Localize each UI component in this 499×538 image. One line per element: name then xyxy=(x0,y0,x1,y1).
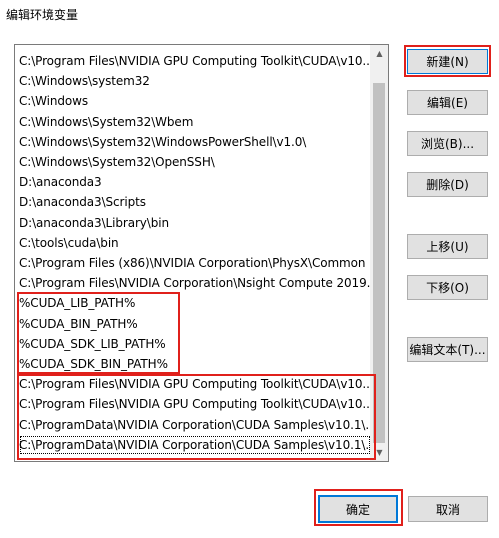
path-list-item[interactable]: D:\anaconda3\Scripts xyxy=(19,192,371,212)
vertical-scrollbar[interactable]: ▲ ▼ xyxy=(370,45,388,461)
cancel-button[interactable]: 取消 xyxy=(408,496,488,522)
path-list-item[interactable]: C:\Windows xyxy=(19,91,371,111)
edit-text-button[interactable]: 编辑文本(T)... xyxy=(407,337,488,362)
path-list-item[interactable]: C:\Program Files\NVIDIA Corporation\Nsig… xyxy=(19,273,371,293)
path-list[interactable]: C:\Program Files\NVIDIA GPU Computing To… xyxy=(14,44,389,462)
new-button[interactable]: 新建(N) xyxy=(407,49,488,74)
ok-button[interactable]: 确定 xyxy=(318,495,398,523)
move-down-button[interactable]: 下移(O) xyxy=(407,275,488,300)
edit-button[interactable]: 编辑(E) xyxy=(407,90,488,115)
scroll-down-arrow-icon[interactable]: ▼ xyxy=(371,444,388,461)
title-bar: 编辑环境变量 xyxy=(0,0,499,30)
path-list-item[interactable]: C:\Windows\System32\OpenSSH\ xyxy=(19,152,371,172)
path-list-item[interactable]: %CUDA_LIB_PATH% xyxy=(19,293,371,313)
scrollbar-thumb[interactable] xyxy=(373,83,385,443)
path-list-item[interactable]: C:\Windows\system32 xyxy=(19,71,371,91)
move-up-button[interactable]: 上移(U) xyxy=(407,234,488,259)
window-title: 编辑环境变量 xyxy=(6,8,79,22)
path-list-item[interactable]: C:\ProgramData\NVIDIA Corporation\CUDA S… xyxy=(19,435,371,455)
path-list-item[interactable]: C:\Program Files\NVIDIA GPU Computing To… xyxy=(19,394,371,414)
path-list-item[interactable]: C:\Program Files\NVIDIA GPU Computing To… xyxy=(19,51,371,71)
path-list-item[interactable]: D:\anaconda3\Library\bin xyxy=(19,213,371,233)
path-list-item[interactable]: %CUDA_BIN_PATH% xyxy=(19,314,371,334)
path-list-item[interactable]: %CUDA_SDK_LIB_PATH% xyxy=(19,334,371,354)
path-list-item[interactable]: D:\anaconda3 xyxy=(19,172,371,192)
delete-button[interactable]: 删除(D) xyxy=(407,172,488,197)
path-list-item[interactable]: C:\Windows\System32\Wbem xyxy=(19,112,371,132)
scroll-up-arrow-icon[interactable]: ▲ xyxy=(371,45,388,62)
path-list-item[interactable]: C:\Program Files\NVIDIA GPU Computing To… xyxy=(19,374,371,394)
path-list-item[interactable]: %CUDA_SDK_BIN_PATH% xyxy=(19,354,371,374)
browse-button[interactable]: 浏览(B)... xyxy=(407,131,488,156)
path-list-item[interactable]: C:\ProgramData\NVIDIA Corporation\CUDA S… xyxy=(19,415,371,435)
path-list-item[interactable]: C:\Program Files (x86)\NVIDIA Corporatio… xyxy=(19,253,371,273)
path-list-item[interactable]: C:\Windows\System32\WindowsPowerShell\v1… xyxy=(19,132,371,152)
path-list-item[interactable]: C:\tools\cuda\bin xyxy=(19,233,371,253)
